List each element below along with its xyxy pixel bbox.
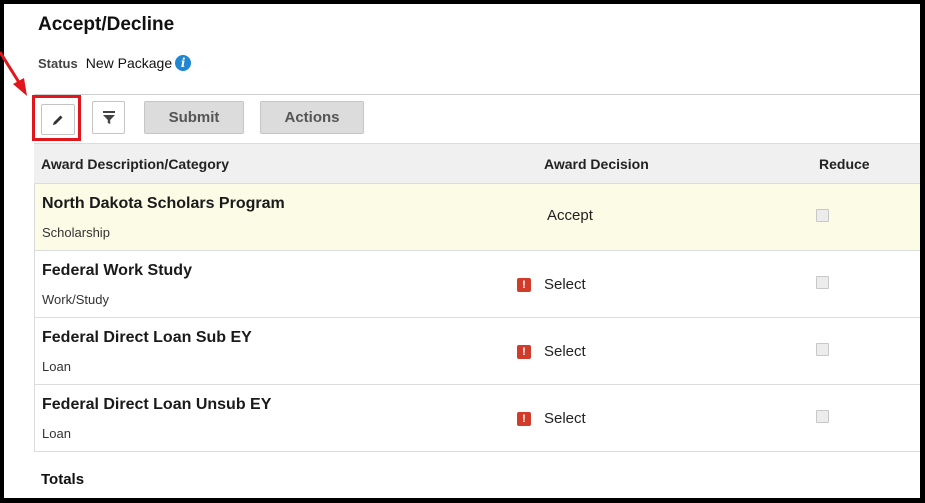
status-value: New Package [85,55,173,71]
reduce-checkbox[interactable] [816,276,829,289]
column-header-reduce: Reduce [819,156,870,172]
award-category: Work/Study [42,292,109,307]
warning-icon: ! [517,345,531,359]
table-row[interactable]: Federal Direct Loan Unsub EY Loan ! Sele… [34,385,920,452]
award-decision-select[interactable]: Select [544,343,586,360]
pencil-icon [53,115,63,125]
awards-table: Award Description/Category Award Decisio… [34,143,920,498]
toolbar: Submit Actions [32,95,920,143]
edit-button[interactable] [41,104,75,135]
table-header: Award Description/Category Award Decisio… [34,143,920,184]
column-header-description: Award Description/Category [41,156,230,172]
table-row[interactable]: North Dakota Scholars Program Scholarshi… [34,184,920,251]
actions-button[interactable]: Actions [260,101,364,134]
filter-icon [102,110,115,124]
filter-button[interactable] [92,101,125,134]
reduce-checkbox[interactable] [816,209,829,222]
warning-icon: ! [517,278,531,292]
award-category: Scholarship [42,225,110,240]
award-category: Loan [42,426,71,441]
status-row: Status New Package i [38,55,192,71]
table-row[interactable]: Federal Direct Loan Sub EY Loan ! Select [34,318,920,385]
info-icon[interactable]: i [175,55,192,71]
column-header-decision: Award Decision [544,156,649,172]
award-name: Federal Direct Loan Unsub EY [42,396,272,413]
award-decision-select[interactable]: Select [544,276,586,293]
accept-decline-panel: Accept/Decline Status New Package i Subm… [0,0,925,503]
reduce-checkbox[interactable] [816,343,829,356]
status-label: Status [38,55,78,71]
page-title: Accept/Decline [38,14,175,35]
totals-row: Totals [34,452,920,498]
warning-icon: ! [517,412,531,426]
award-name: Federal Work Study [42,262,192,279]
award-name: Federal Direct Loan Sub EY [42,329,252,346]
award-decision-select[interactable]: Select [544,410,586,427]
submit-button[interactable]: Submit [144,101,244,134]
award-category: Loan [42,359,71,374]
totals-label: Totals [41,471,85,488]
award-name: North Dakota Scholars Program [42,195,285,212]
table-row[interactable]: Federal Work Study Work/Study ! Select [34,251,920,318]
reduce-checkbox[interactable] [816,410,829,423]
award-decision-select[interactable]: Accept [547,207,593,224]
